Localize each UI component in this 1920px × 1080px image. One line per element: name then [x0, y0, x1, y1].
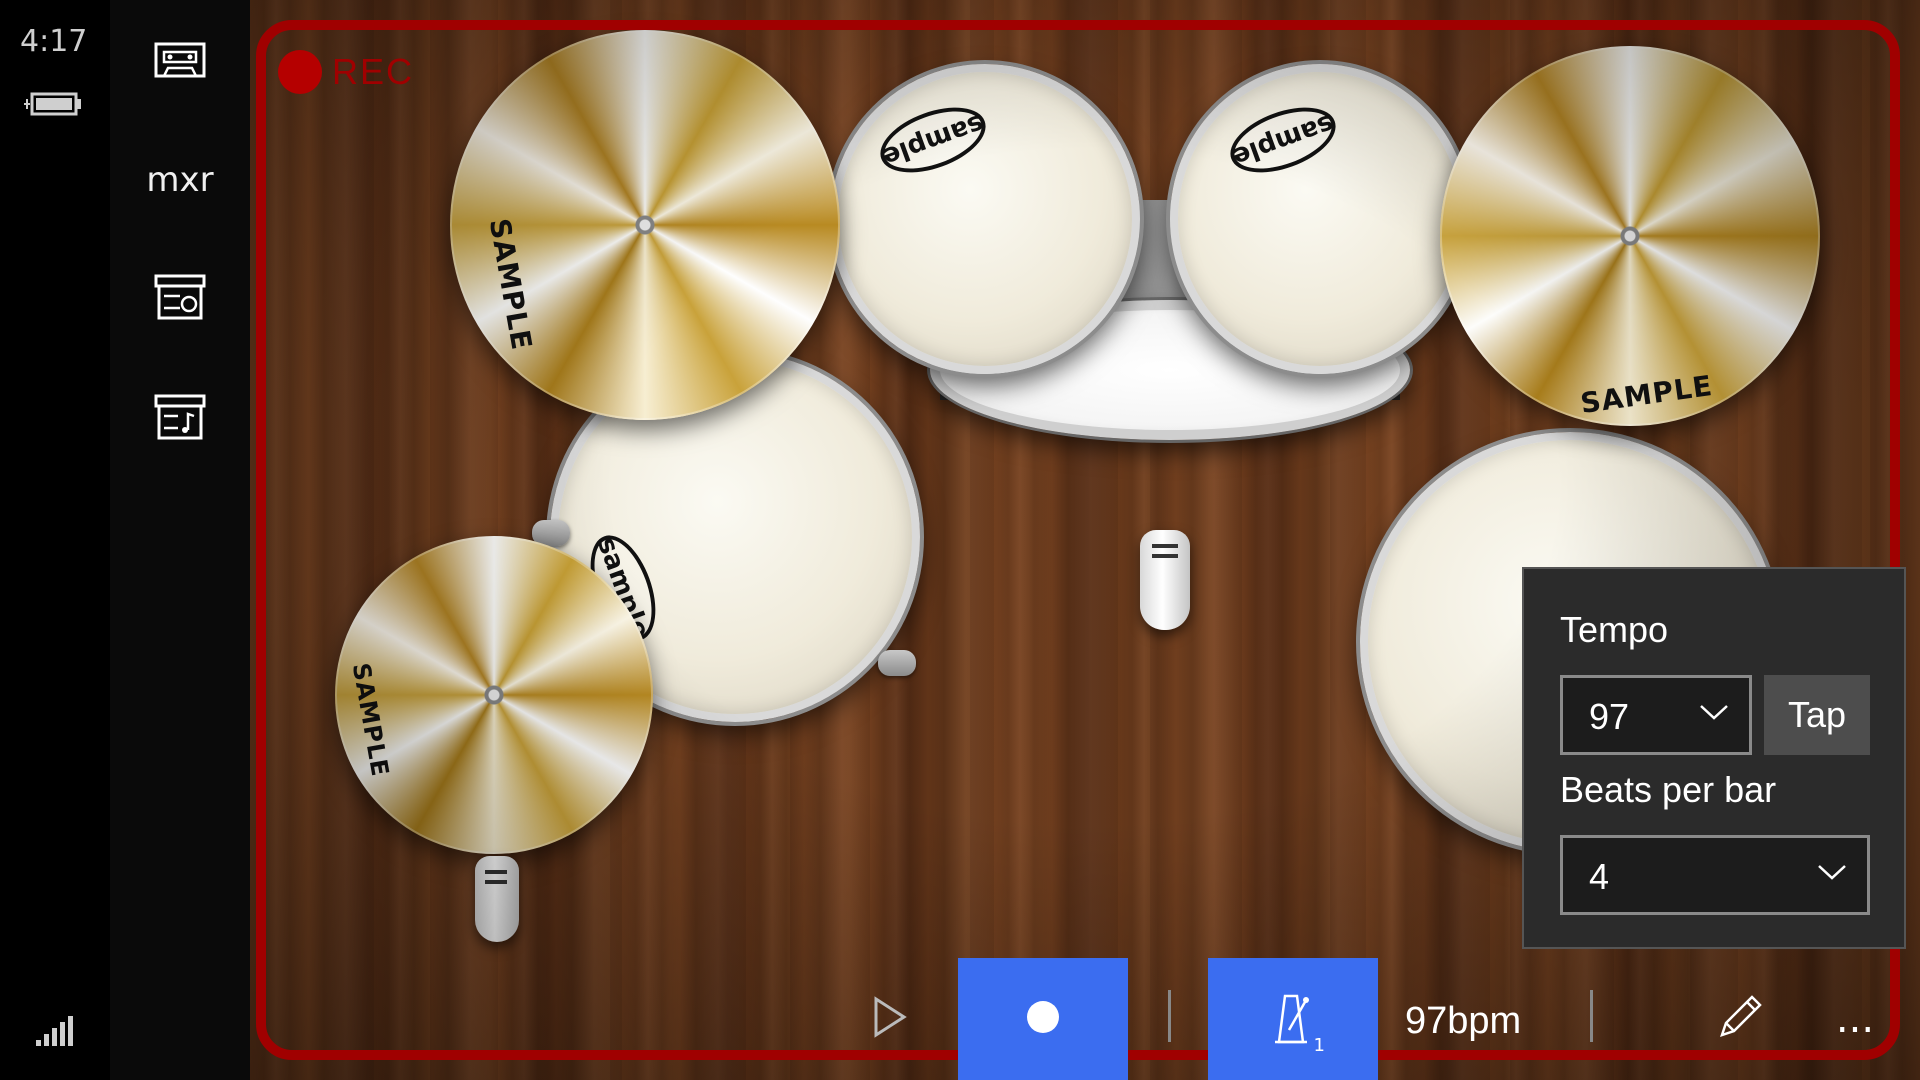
hi-hat-brand: SAMPLE — [346, 660, 395, 780]
clock: 4:17 — [20, 24, 88, 59]
record-button[interactable] — [958, 958, 1128, 1080]
kick-pedal[interactable] — [1140, 530, 1190, 630]
chevron-down-icon — [1699, 702, 1729, 726]
chevron-down-icon — [1817, 862, 1847, 886]
beats-per-bar-label: Beats per bar — [1560, 769, 1777, 810]
metronome-button[interactable]: 1 — [1208, 958, 1378, 1080]
music-box-button[interactable] — [140, 388, 220, 452]
metronome-beat-count: 1 — [1313, 1035, 1325, 1056]
divider — [1168, 990, 1171, 1042]
ride-cymbal-brand: SAMPLE — [1578, 368, 1715, 421]
play-button[interactable] — [840, 958, 940, 1080]
battery-icon — [24, 88, 84, 122]
bpm-label: 97bpm — [1405, 1000, 1522, 1042]
tom-2[interactable]: sample — [1170, 64, 1470, 374]
tom-1-logo: sample — [871, 94, 995, 186]
tempo-label: Tempo — [1560, 609, 1669, 650]
metronome-popup: Tempo 97 Tap Beats per bar 4 — [1522, 567, 1906, 949]
pencil-icon — [1714, 991, 1766, 1047]
tom-2-logo: sample — [1221, 94, 1345, 186]
rec-label: REC — [332, 51, 415, 92]
ride-cymbal[interactable]: SAMPLE — [1440, 46, 1820, 426]
record-icon — [1025, 999, 1061, 1039]
mixer-button[interactable]: mxr — [110, 160, 250, 200]
music-box-icon — [154, 394, 206, 446]
record-box-icon — [154, 274, 206, 326]
beats-per-bar-select[interactable]: 4 — [1560, 835, 1870, 915]
more-button[interactable]: ... — [1810, 958, 1900, 1080]
beats-per-bar-value: 4 — [1589, 856, 1610, 897]
transport-bar: 1 97bpm ... — [250, 958, 1920, 1080]
signal-icon — [36, 1016, 76, 1050]
rec-indicator: REC — [278, 50, 414, 94]
tom-1[interactable]: sample — [830, 64, 1140, 374]
tap-button[interactable]: Tap — [1764, 675, 1870, 755]
divider — [1590, 990, 1593, 1042]
play-icon — [872, 996, 908, 1042]
tape-button[interactable] — [140, 30, 220, 94]
tempo-select[interactable]: 97 — [1560, 675, 1752, 755]
edit-button[interactable] — [1690, 958, 1790, 1080]
metronome-icon: 1 — [1265, 990, 1325, 1056]
hi-hat[interactable]: SAMPLE — [335, 536, 653, 854]
hi-hat-pedal[interactable] — [475, 856, 519, 942]
app-sidebar: mxr — [110, 0, 250, 1080]
drum-stage: REC sample sample sample sample SAMPLE S… — [250, 0, 1920, 1080]
crash-cymbal[interactable]: SAMPLE — [450, 30, 840, 420]
tape-icon — [154, 40, 206, 84]
rec-dot-icon — [278, 50, 322, 94]
status-bar: 4:17 — [0, 0, 110, 1080]
record-box-button[interactable] — [140, 268, 220, 332]
crash-cymbal-brand: SAMPLE — [482, 216, 539, 353]
tempo-value: 97 — [1589, 696, 1630, 737]
